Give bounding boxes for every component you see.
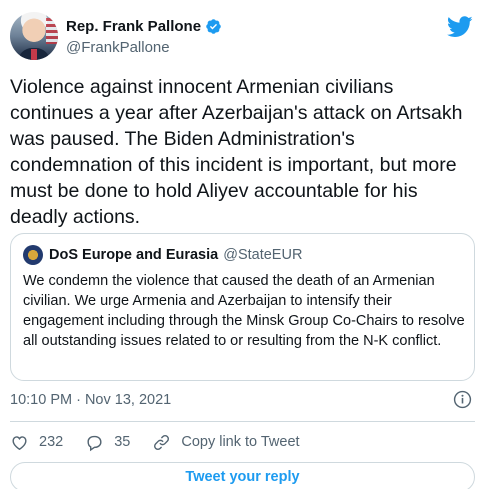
like-action[interactable]: 232 — [10, 433, 63, 452]
heart-icon — [12, 435, 27, 450]
tweet-actions: 232 35 Copy link to Tweet — [10, 431, 322, 453]
quoted-tweet[interactable]: DoS Europe and Eurasia @StateEUR We cond… — [10, 233, 475, 381]
tweet-header: Rep. Frank Pallone @FrankPallone — [10, 12, 475, 62]
author-handle[interactable]: @FrankPallone — [66, 39, 170, 56]
quoted-avatar — [23, 245, 43, 265]
info-icon[interactable] — [453, 390, 472, 409]
author-avatar[interactable] — [10, 12, 58, 60]
author-name-row: Rep. Frank Pallone — [66, 18, 222, 35]
copy-link-action[interactable]: Copy link to Tweet — [152, 433, 300, 452]
copy-link-label: Copy link to Tweet — [181, 434, 300, 450]
quoted-text: We condemn the violence that caused the … — [23, 273, 465, 349]
verified-badge-icon — [206, 19, 221, 34]
reply-bubble-icon — [87, 435, 102, 451]
quoted-header: DoS Europe and Eurasia @StateEUR — [23, 245, 302, 265]
avatar-tie — [31, 49, 37, 60]
author-name[interactable]: Rep. Frank Pallone — [66, 18, 201, 35]
tweet-your-reply-button[interactable]: Tweet your reply — [10, 462, 475, 489]
quoted-name: DoS Europe and Eurasia — [49, 247, 219, 263]
quoted-handle: @StateEUR — [223, 247, 303, 263]
reply-count: 35 — [114, 434, 131, 450]
reply-action[interactable]: 35 — [85, 433, 130, 452]
like-count: 232 — [39, 434, 64, 450]
divider — [10, 421, 475, 422]
tweet-card: Rep. Frank Pallone @FrankPallone Violenc… — [0, 0, 485, 489]
tweet-timestamp[interactable]: 10:10 PM · Nov 13, 2021 — [10, 392, 171, 408]
tweet-text: Violence against innocent Armenian civil… — [10, 76, 463, 228]
link-icon — [154, 434, 170, 450]
avatar-flag — [46, 18, 58, 44]
twitter-bird-icon[interactable] — [447, 16, 473, 38]
